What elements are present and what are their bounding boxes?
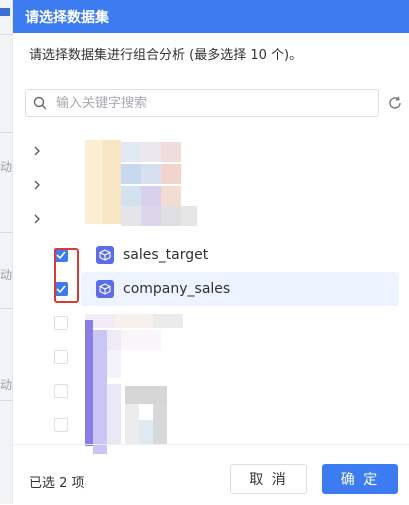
search-input[interactable] [54,94,378,112]
divider [0,132,12,133]
background-text: 动 [0,160,13,174]
tree-folder[interactable] [13,134,409,168]
dataset-row[interactable] [13,374,409,408]
dialog-footer: 已选 2 项 取 消 确 定 [13,444,409,505]
refresh-icon[interactable] [384,92,406,114]
dataset-tree: sales_target company_sales [13,134,409,454]
dataset-row[interactable] [13,340,409,374]
tree-folder[interactable] [13,202,409,236]
dataset-name: company_sales [123,281,231,297]
dataset-checkbox[interactable] [54,316,68,330]
dataset-checkbox[interactable] [54,418,68,432]
dialog-title: 请选择数据集 [25,9,109,26]
background-page: 动 动 动 [0,0,12,504]
selected-count: 已选 2 项 [29,476,85,491]
divider [0,34,12,35]
annotation-highlight-box [54,248,79,303]
dataset-checkbox[interactable] [54,350,68,364]
search-box[interactable] [25,89,379,117]
background-tab-icon [0,8,10,16]
chevron-right-icon[interactable] [31,145,43,157]
dataset-cube-icon [96,280,114,298]
cancel-button[interactable]: 取 消 [230,464,307,494]
divider [0,400,12,401]
confirm-button[interactable]: 确 定 [322,464,398,494]
dataset-row[interactable] [13,408,409,442]
divider [0,232,12,233]
dialog-description: 请选择数据集进行组合分析 (最多选择 10 个)。 [29,48,303,63]
search-icon [26,96,54,110]
divider [0,308,12,309]
select-dataset-dialog: 请选择数据集 请选择数据集进行组合分析 (最多选择 10 个)。 输入关键字搜索… [12,0,409,504]
chevron-right-icon[interactable] [31,179,43,191]
dialog-header: 请选择数据集 [13,0,409,33]
dataset-cube-icon [96,246,114,264]
background-text: 动 [0,268,13,282]
dataset-row[interactable] [13,306,409,340]
background-text: 动 [0,378,13,392]
dataset-name: sales_target [123,247,209,263]
dataset-checkbox[interactable] [54,384,68,398]
tree-folder[interactable] [13,168,409,202]
chevron-right-icon[interactable] [31,213,43,225]
